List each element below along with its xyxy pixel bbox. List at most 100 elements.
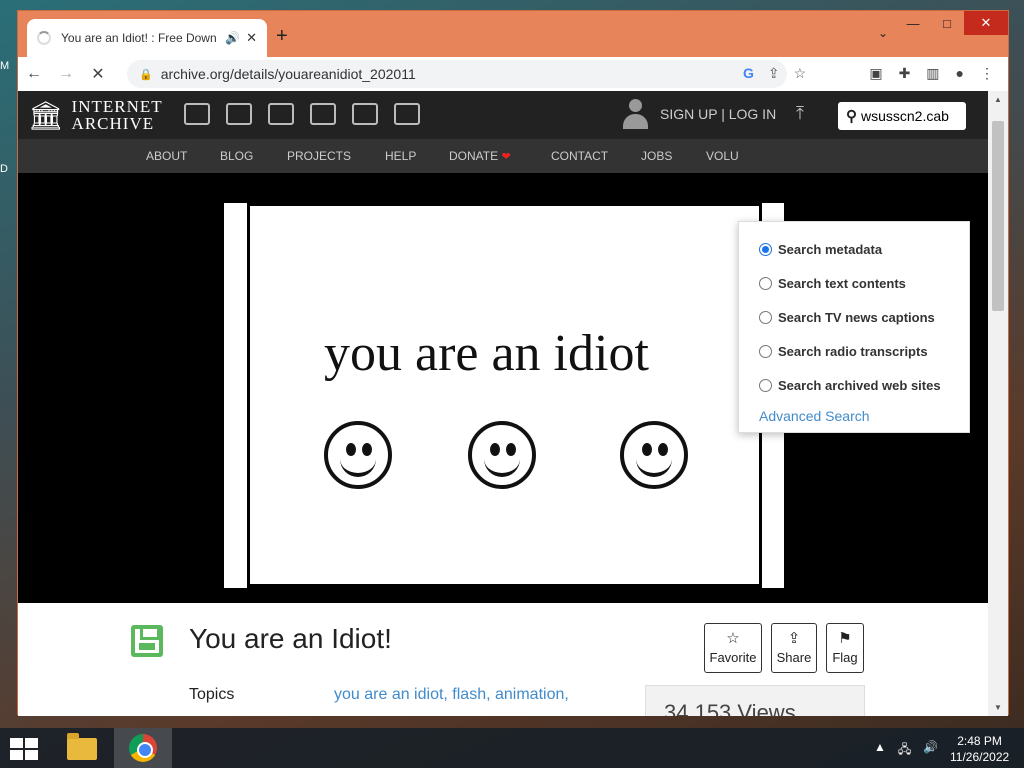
item-title: You are an Idiot! — [189, 623, 392, 654]
nav-jobs[interactable]: JOBS — [641, 149, 672, 163]
flag-button[interactable]: ⚑ Flag — [826, 623, 864, 673]
share-button[interactable]: ⇪ Share — [771, 623, 817, 673]
search-option-text[interactable]: Search text contents — [759, 266, 969, 300]
bookmark-star-icon[interactable]: ☆ — [794, 65, 807, 82]
search-option-metadata[interactable]: Search metadata — [759, 232, 969, 266]
network-icon[interactable]: 🖧 — [898, 740, 911, 761]
views-count: 34,153 Views — [645, 685, 865, 716]
extensions-puzzle-icon[interactable]: ✚ — [899, 65, 911, 82]
user-icon[interactable] — [622, 99, 648, 129]
nav-donate-label: DONATE — [449, 149, 499, 163]
signup-login-link[interactable]: SIGN UP | LOG IN — [660, 106, 776, 122]
volume-icon[interactable]: 🔊 — [923, 740, 938, 761]
favorite-label: Favorite — [709, 650, 757, 665]
file-explorer-icon[interactable] — [62, 732, 102, 766]
nav-about[interactable]: ABOUT — [146, 149, 187, 163]
radio-tv[interactable] — [759, 310, 772, 324]
user-area: SIGN UP | LOG IN — [622, 99, 776, 129]
smiley-face-icon — [324, 421, 392, 489]
software-floppy-icon — [131, 625, 163, 657]
tab-close-icon[interactable]: ✕ — [246, 30, 257, 46]
software-icon[interactable] — [352, 103, 378, 125]
maximize-button[interactable]: □ — [930, 11, 964, 35]
ia-logo[interactable]: 🏛 INTERNET ARCHIVE — [28, 98, 163, 132]
chrome-taskbar-button[interactable] — [114, 728, 172, 768]
profile-avatar-icon[interactable]: ● — [956, 65, 964, 82]
search-option-web[interactable]: Search archived web sites — [759, 368, 969, 402]
page-scrollbar[interactable]: ▲ ▼ — [988, 91, 1008, 716]
web-icon[interactable] — [184, 103, 210, 125]
speaker-icon[interactable]: 🔊 — [225, 31, 240, 45]
page-content: 🏛 INTERNET ARCHIVE SIGN UP | LOG IN ⤒ ⚲ … — [18, 91, 990, 716]
topics-label: Topics — [189, 686, 235, 703]
search-option-tv[interactable]: Search TV news captions — [759, 300, 969, 334]
logo-line2: ARCHIVE — [71, 114, 155, 133]
new-tab-button[interactable]: + — [276, 25, 288, 48]
share-icon: ⇪ — [787, 630, 801, 647]
scroll-down-icon[interactable]: ▼ — [994, 703, 1002, 712]
back-arrow-icon[interactable]: ← — [18, 65, 50, 83]
tab-title: You are an Idiot! : Free Down — [61, 31, 217, 45]
search-input[interactable] — [861, 108, 953, 124]
media-type-icons — [184, 103, 420, 125]
system-tray: ▲ 🖧 🔊 — [874, 740, 938, 761]
tab-strip: You are an Idiot! : Free Down 🔊 ✕ + ⌄ — … — [18, 11, 1008, 57]
nav-volunteer[interactable]: VOLU — [706, 149, 739, 163]
upload-icon[interactable]: ⤒ — [796, 103, 804, 124]
stop-loading-icon[interactable]: ✕ — [82, 64, 114, 84]
nav-help[interactable]: HELP — [385, 149, 416, 163]
radio-metadata[interactable] — [759, 242, 772, 256]
loading-spinner-icon — [37, 31, 51, 45]
google-translate-icon[interactable]: G — [743, 65, 754, 82]
minimize-button[interactable]: — — [896, 11, 930, 35]
search-option-radio[interactable]: Search radio transcripts — [759, 334, 969, 368]
clock[interactable]: 2:48 PM 11/26/2022 — [950, 733, 1009, 765]
audio-icon[interactable] — [310, 103, 336, 125]
scrollbar-thumb[interactable] — [992, 121, 1004, 311]
flag-icon: ⚑ — [838, 630, 852, 647]
tray-chevron-icon[interactable]: ▲ — [874, 740, 886, 761]
video-icon[interactable] — [268, 103, 294, 125]
omnibox-icons: G ⇪ ☆ — [743, 65, 806, 82]
item-details: You are an Idiot! ☆ Favorite ⇪ Share ⚑ F… — [18, 603, 990, 716]
extension-app-icon[interactable]: ▣ — [869, 65, 882, 82]
search-icon[interactable]: ⚲ — [846, 107, 857, 125]
star-icon: ☆ — [726, 630, 740, 647]
ia-temple-icon: 🏛 — [28, 99, 64, 131]
radio-text[interactable] — [759, 276, 772, 290]
idiot-text: you are an idiot — [324, 325, 649, 382]
topics-links[interactable]: you are an idiot, flash, animation, — [334, 686, 569, 704]
extension-icons: ▣ ✚ ▥ ● ⋮ — [869, 65, 994, 82]
share-page-icon[interactable]: ⇪ — [768, 65, 780, 82]
scroll-up-icon[interactable]: ▲ — [994, 95, 1002, 104]
browser-tab[interactable]: You are an Idiot! : Free Down 🔊 ✕ — [27, 19, 267, 57]
window-close-button[interactable]: ✕ — [964, 11, 1008, 35]
address-bar[interactable]: 🔒 archive.org/details/youareanidiot_2020… — [127, 60, 787, 88]
smiley-face-icon — [620, 421, 688, 489]
nav-contact[interactable]: CONTACT — [551, 149, 608, 163]
radio-radio[interactable] — [759, 344, 772, 358]
advanced-search-link[interactable]: Advanced Search — [759, 408, 969, 424]
side-panel-icon[interactable]: ▥ — [926, 65, 939, 82]
nav-donate[interactable]: DONATE ❤ — [449, 149, 511, 163]
favorite-button[interactable]: ☆ Favorite — [704, 623, 762, 673]
lock-icon[interactable]: 🔒 — [139, 68, 153, 81]
windows-start-icon[interactable] — [10, 738, 38, 760]
images-icon[interactable] — [394, 103, 420, 125]
media-frame[interactable]: you are an idiot — [250, 206, 759, 584]
nav-blog[interactable]: BLOG — [220, 149, 253, 163]
chrome-menu-icon[interactable]: ⋮ — [980, 65, 994, 82]
address-url: archive.org/details/youareanidiot_202011 — [160, 66, 416, 82]
chrome-icon — [129, 734, 157, 762]
ia-search-box[interactable]: ⚲ — [838, 102, 966, 130]
forward-arrow-icon[interactable]: → — [50, 65, 82, 83]
smiley-face-icon — [468, 421, 536, 489]
desktop-label-d: D — [0, 163, 8, 175]
share-label: Share — [776, 650, 812, 665]
taskbar: ▲ 🖧 🔊 2:48 PM 11/26/2022 — [0, 728, 1024, 768]
clock-time: 2:48 PM — [957, 734, 1002, 748]
radio-web[interactable] — [759, 378, 772, 392]
tab-search-chevron-icon[interactable]: ⌄ — [878, 26, 888, 40]
nav-projects[interactable]: PROJECTS — [287, 149, 351, 163]
texts-icon[interactable] — [226, 103, 252, 125]
